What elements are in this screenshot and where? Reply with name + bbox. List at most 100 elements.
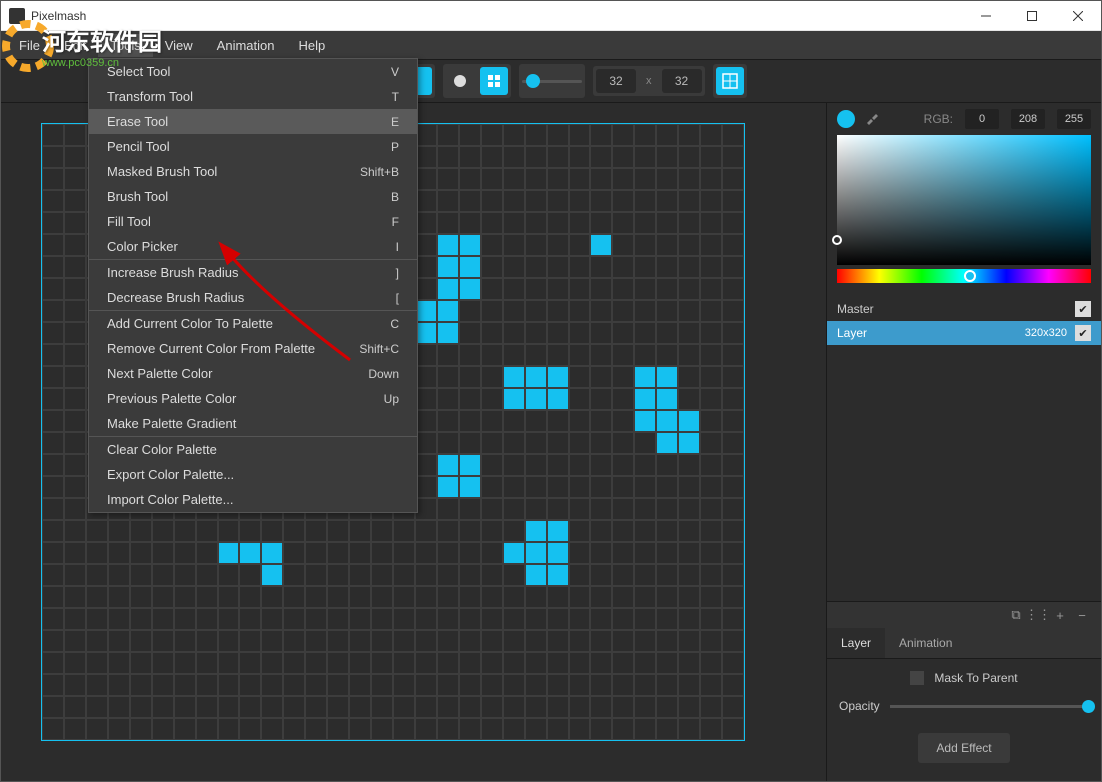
menu-item-color-picker[interactable]: Color PickerI	[89, 234, 417, 259]
menu-item-transform-tool[interactable]: Transform ToolT	[89, 84, 417, 109]
menu-edit[interactable]: Edit	[52, 34, 98, 57]
merge-layer-icon[interactable]: ⋮⋮	[1029, 606, 1047, 624]
menu-item-shortcut: V	[391, 65, 399, 79]
menu-item-pencil-tool[interactable]: Pencil ToolP	[89, 134, 417, 159]
rgb-b-input[interactable]: 255	[1057, 109, 1091, 129]
tab-animation[interactable]: Animation	[885, 628, 966, 658]
current-color-dot[interactable]	[837, 110, 855, 128]
layer-row[interactable]: Layer 320x320 ✔	[827, 321, 1101, 345]
opacity-knob[interactable]	[1082, 700, 1095, 713]
menu-item-shortcut: Shift+C	[359, 342, 399, 356]
menu-item-shortcut: [	[396, 291, 399, 305]
eyedropper-icon[interactable]	[865, 111, 881, 127]
visibility-check-icon[interactable]: ✔	[1075, 301, 1091, 317]
color-header: RGB: 0 208 255	[827, 103, 1101, 135]
mask-checkbox[interactable]	[910, 671, 924, 685]
tools-dropdown: Select ToolVTransform ToolTErase ToolEPe…	[88, 58, 418, 513]
circle-shape-icon[interactable]	[446, 67, 474, 95]
menu-item-brush-tool[interactable]: Brush ToolB	[89, 184, 417, 209]
minimize-button[interactable]	[963, 1, 1009, 31]
menu-file[interactable]: File	[7, 34, 52, 57]
menu-item-make-palette-gradient[interactable]: Make Palette Gradient	[89, 411, 417, 436]
menu-item-export-color-palette-[interactable]: Export Color Palette...	[89, 462, 417, 487]
add-layer-icon[interactable]: +	[1051, 606, 1069, 624]
menu-item-select-tool[interactable]: Select ToolV	[89, 59, 417, 84]
menu-item-label: Decrease Brush Radius	[107, 290, 396, 305]
remove-layer-icon[interactable]: −	[1073, 606, 1091, 624]
menu-item-label: Erase Tool	[107, 114, 391, 129]
layer-name-label: Layer	[837, 326, 1017, 340]
hue-cursor[interactable]	[964, 270, 976, 282]
canvas-size-group: 32 x 32	[593, 66, 705, 96]
shape-group	[443, 64, 511, 98]
menu-item-shortcut: T	[392, 90, 399, 104]
menu-item-label: Select Tool	[107, 64, 391, 79]
menu-item-shortcut: Down	[368, 367, 399, 381]
layer-properties: Mask To Parent Opacity Add Effect	[827, 659, 1101, 781]
menu-item-increase-brush-radius[interactable]: Increase Brush Radius]	[89, 259, 417, 285]
menubar: FileEditToolsViewAnimationHelp	[1, 31, 1101, 59]
layer-dim-label: 320x320	[1025, 327, 1067, 339]
grid-toggle-icon[interactable]	[716, 67, 744, 95]
menu-item-label: Color Picker	[107, 239, 396, 254]
rgb-r-input[interactable]: 0	[965, 109, 999, 129]
menu-view[interactable]: View	[153, 34, 205, 57]
visibility-check-icon[interactable]: ✔	[1075, 325, 1091, 341]
menu-item-shortcut: P	[391, 140, 399, 154]
layers-list: Master ✔ Layer 320x320 ✔	[827, 293, 1101, 349]
menu-item-label: Brush Tool	[107, 189, 391, 204]
canvas-height-input[interactable]: 32	[662, 69, 702, 93]
menu-help[interactable]: Help	[286, 34, 337, 57]
tab-layer[interactable]: Layer	[827, 628, 885, 658]
menu-item-label: Previous Palette Color	[107, 391, 384, 406]
menu-item-label: Fill Tool	[107, 214, 392, 229]
menu-item-erase-tool[interactable]: Erase ToolE	[89, 109, 417, 134]
duplicate-layer-icon[interactable]: ⧉	[1007, 606, 1025, 624]
menu-item-shortcut: Up	[384, 392, 399, 406]
maximize-button[interactable]	[1009, 1, 1055, 31]
canvas-width-input[interactable]: 32	[596, 69, 636, 93]
menu-item-decrease-brush-radius[interactable]: Decrease Brush Radius[	[89, 285, 417, 310]
grid-toggle-group	[713, 64, 747, 98]
brush-size-slider-group	[519, 64, 585, 98]
brush-size-slider[interactable]	[522, 67, 582, 95]
menu-item-remove-current-color-from-palette[interactable]: Remove Current Color From PaletteShift+C	[89, 336, 417, 361]
menu-item-shortcut: C	[390, 317, 399, 331]
menu-item-masked-brush-tool[interactable]: Masked Brush ToolShift+B	[89, 159, 417, 184]
mask-to-parent-row: Mask To Parent	[839, 671, 1089, 685]
pixel-shape-icon[interactable]	[480, 67, 508, 95]
right-panel: RGB: 0 208 255 Master ✔ Layer 320x320	[826, 103, 1101, 781]
menu-item-next-palette-color[interactable]: Next Palette ColorDown	[89, 361, 417, 386]
menu-item-shortcut: F	[392, 215, 399, 229]
layer-master[interactable]: Master ✔	[827, 297, 1101, 321]
rgb-g-input[interactable]: 208	[1011, 109, 1045, 129]
menu-item-fill-tool[interactable]: Fill ToolF	[89, 209, 417, 234]
menu-item-shortcut: ]	[396, 266, 399, 280]
menu-item-clear-color-palette[interactable]: Clear Color Palette	[89, 436, 417, 462]
menu-item-import-color-palette-[interactable]: Import Color Palette...	[89, 487, 417, 512]
size-x-label: x	[642, 75, 656, 87]
menu-item-label: Clear Color Palette	[107, 442, 399, 457]
hue-slider[interactable]	[837, 269, 1091, 283]
mask-to-parent-label: Mask To Parent	[934, 671, 1017, 685]
menu-tools[interactable]: Tools	[98, 34, 152, 57]
opacity-row: Opacity	[839, 699, 1089, 713]
menu-item-previous-palette-color[interactable]: Previous Palette ColorUp	[89, 386, 417, 411]
menu-item-label: Export Color Palette...	[107, 467, 399, 482]
opacity-slider[interactable]	[890, 705, 1089, 708]
add-effect-button[interactable]: Add Effect	[918, 733, 1009, 763]
opacity-label: Opacity	[839, 699, 880, 713]
color-cursor[interactable]	[832, 235, 842, 245]
menu-item-label: Next Palette Color	[107, 366, 368, 381]
menu-item-shortcut: Shift+B	[360, 165, 399, 179]
close-button[interactable]	[1055, 1, 1101, 31]
menu-item-add-current-color-to-palette[interactable]: Add Current Color To PaletteC	[89, 310, 417, 336]
menu-item-label: Increase Brush Radius	[107, 265, 396, 280]
property-tabs: Layer Animation	[827, 628, 1101, 659]
menu-animation[interactable]: Animation	[205, 34, 287, 57]
color-field[interactable]	[837, 135, 1091, 265]
menu-item-shortcut: I	[396, 240, 399, 254]
menu-item-label: Remove Current Color From Palette	[107, 341, 359, 356]
titlebar: Pixelmash	[1, 1, 1101, 31]
layer-master-label: Master	[837, 302, 1067, 316]
